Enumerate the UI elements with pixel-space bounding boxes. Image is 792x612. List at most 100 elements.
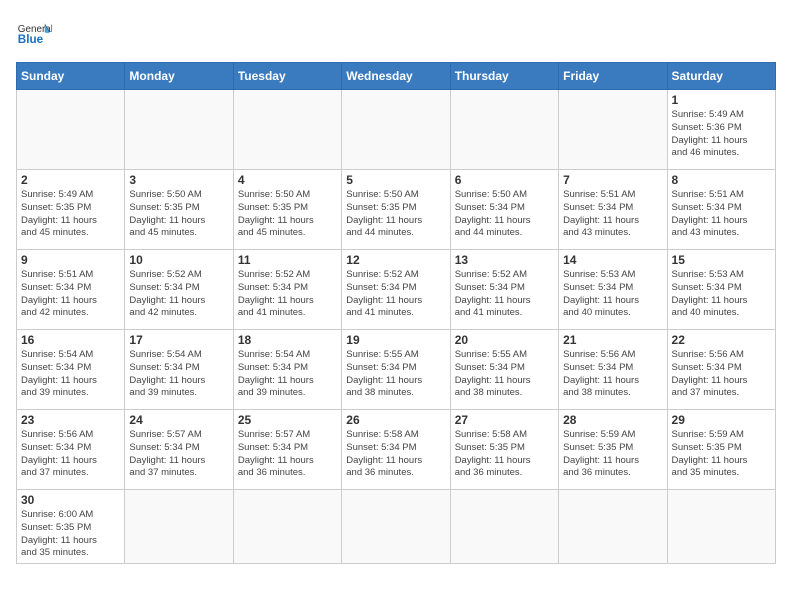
day-cell xyxy=(17,90,125,170)
day-cell xyxy=(233,490,341,564)
day-number: 1 xyxy=(672,93,771,107)
day-info: Sunrise: 5:49 AM Sunset: 5:36 PM Dayligh… xyxy=(672,109,771,160)
day-cell: 30Sunrise: 6:00 AM Sunset: 5:35 PM Dayli… xyxy=(17,490,125,564)
day-number: 23 xyxy=(21,413,120,427)
day-number: 21 xyxy=(563,333,662,347)
day-cell: 25Sunrise: 5:57 AM Sunset: 5:34 PM Dayli… xyxy=(233,410,341,490)
day-info: Sunrise: 6:00 AM Sunset: 5:35 PM Dayligh… xyxy=(21,509,120,560)
day-cell xyxy=(450,90,558,170)
day-cell xyxy=(342,490,450,564)
day-cell xyxy=(559,490,667,564)
day-cell: 15Sunrise: 5:53 AM Sunset: 5:34 PM Dayli… xyxy=(667,250,775,330)
day-cell: 9Sunrise: 5:51 AM Sunset: 5:34 PM Daylig… xyxy=(17,250,125,330)
day-cell: 22Sunrise: 5:56 AM Sunset: 5:34 PM Dayli… xyxy=(667,330,775,410)
day-number: 8 xyxy=(672,173,771,187)
day-cell: 10Sunrise: 5:52 AM Sunset: 5:34 PM Dayli… xyxy=(125,250,233,330)
col-header-thursday: Thursday xyxy=(450,63,558,90)
calendar-container: General Blue SundayMondayTuesdayWednesda… xyxy=(0,0,792,612)
calendar-table: SundayMondayTuesdayWednesdayThursdayFrid… xyxy=(16,62,776,564)
header-section: General Blue xyxy=(16,16,776,52)
day-number: 11 xyxy=(238,253,337,267)
day-info: Sunrise: 5:58 AM Sunset: 5:35 PM Dayligh… xyxy=(455,429,554,480)
day-cell: 17Sunrise: 5:54 AM Sunset: 5:34 PM Dayli… xyxy=(125,330,233,410)
day-info: Sunrise: 5:58 AM Sunset: 5:34 PM Dayligh… xyxy=(346,429,445,480)
day-info: Sunrise: 5:50 AM Sunset: 5:35 PM Dayligh… xyxy=(346,189,445,240)
day-cell xyxy=(125,90,233,170)
day-cell: 19 Sunrise: 5:55 AM Sunset: 5:34 PM Dayli… xyxy=(342,330,450,410)
day-number: 4 xyxy=(238,173,337,187)
day-cell: 24Sunrise: 5:57 AM Sunset: 5:34 PM Dayli… xyxy=(125,410,233,490)
day-info: Sunrise: 5:55 AM Sunset: 5:34 PM Dayligh… xyxy=(455,349,554,400)
day-cell: 4 Sunrise: 5:50 AM Sunset: 5:35 PM Daylig… xyxy=(233,170,341,250)
week-row-1: 1 Sunrise: 5:49 AM Sunset: 5:36 PM Daylig… xyxy=(17,90,776,170)
day-info: Sunrise: 5:54 AM Sunset: 5:34 PM Dayligh… xyxy=(129,349,228,400)
day-number: 14 xyxy=(563,253,662,267)
day-number: 25 xyxy=(238,413,337,427)
day-cell: 18Sunrise: 5:54 AM Sunset: 5:34 PM Dayli… xyxy=(233,330,341,410)
day-info: Sunrise: 5:56 AM Sunset: 5:34 PM Dayligh… xyxy=(563,349,662,400)
day-cell: 11Sunrise: 5:52 AM Sunset: 5:34 PM Dayli… xyxy=(233,250,341,330)
day-cell: 21 Sunrise: 5:56 AM Sunset: 5:34 PM Dayli… xyxy=(559,330,667,410)
day-number: 27 xyxy=(455,413,554,427)
day-cell: 14 Sunrise: 5:53 AM Sunset: 5:34 PM Dayli… xyxy=(559,250,667,330)
day-number: 28 xyxy=(563,413,662,427)
day-info: Sunrise: 5:56 AM Sunset: 5:34 PM Dayligh… xyxy=(21,429,120,480)
week-row-2: 2 Sunrise: 5:49 AM Sunset: 5:35 PM Daylig… xyxy=(17,170,776,250)
header-row: SundayMondayTuesdayWednesdayThursdayFrid… xyxy=(17,63,776,90)
day-number: 10 xyxy=(129,253,228,267)
day-cell: 3 Sunrise: 5:50 AM Sunset: 5:35 PM Daylig… xyxy=(125,170,233,250)
day-number: 6 xyxy=(455,173,554,187)
day-info: Sunrise: 5:54 AM Sunset: 5:34 PM Dayligh… xyxy=(238,349,337,400)
col-header-saturday: Saturday xyxy=(667,63,775,90)
day-info: Sunrise: 5:53 AM Sunset: 5:34 PM Dayligh… xyxy=(563,269,662,320)
logo-icon: General Blue xyxy=(16,16,52,52)
day-number: 3 xyxy=(129,173,228,187)
day-info: Sunrise: 5:53 AM Sunset: 5:34 PM Dayligh… xyxy=(672,269,771,320)
day-cell xyxy=(342,90,450,170)
day-info: Sunrise: 5:50 AM Sunset: 5:34 PM Dayligh… xyxy=(455,189,554,240)
week-row-5: 23 Sunrise: 5:56 AM Sunset: 5:34 PM Dayli… xyxy=(17,410,776,490)
col-header-friday: Friday xyxy=(559,63,667,90)
day-number: 29 xyxy=(672,413,771,427)
day-number: 2 xyxy=(21,173,120,187)
day-number: 22 xyxy=(672,333,771,347)
day-info: Sunrise: 5:57 AM Sunset: 5:34 PM Dayligh… xyxy=(129,429,228,480)
day-cell: 7Sunrise: 5:51 AM Sunset: 5:34 PM Daylig… xyxy=(559,170,667,250)
day-cell: 26 Sunrise: 5:58 AM Sunset: 5:34 PM Dayli… xyxy=(342,410,450,490)
day-cell: 23 Sunrise: 5:56 AM Sunset: 5:34 PM Dayli… xyxy=(17,410,125,490)
day-info: Sunrise: 5:50 AM Sunset: 5:35 PM Dayligh… xyxy=(129,189,228,240)
col-header-monday: Monday xyxy=(125,63,233,90)
day-cell: 6 Sunrise: 5:50 AM Sunset: 5:34 PM Daylig… xyxy=(450,170,558,250)
day-info: Sunrise: 5:54 AM Sunset: 5:34 PM Dayligh… xyxy=(21,349,120,400)
col-header-wednesday: Wednesday xyxy=(342,63,450,90)
day-cell: 20 Sunrise: 5:55 AM Sunset: 5:34 PM Dayli… xyxy=(450,330,558,410)
day-info: Sunrise: 5:50 AM Sunset: 5:35 PM Dayligh… xyxy=(238,189,337,240)
day-number: 26 xyxy=(346,413,445,427)
day-info: Sunrise: 5:49 AM Sunset: 5:35 PM Dayligh… xyxy=(21,189,120,240)
day-number: 16 xyxy=(21,333,120,347)
day-cell xyxy=(450,490,558,564)
day-number: 20 xyxy=(455,333,554,347)
day-cell: 13 Sunrise: 5:52 AM Sunset: 5:34 PM Dayli… xyxy=(450,250,558,330)
day-info: Sunrise: 5:52 AM Sunset: 5:34 PM Dayligh… xyxy=(455,269,554,320)
day-number: 5 xyxy=(346,173,445,187)
day-cell: 1 Sunrise: 5:49 AM Sunset: 5:36 PM Daylig… xyxy=(667,90,775,170)
day-info: Sunrise: 5:59 AM Sunset: 5:35 PM Dayligh… xyxy=(563,429,662,480)
day-cell: 8 Sunrise: 5:51 AM Sunset: 5:34 PM Daylig… xyxy=(667,170,775,250)
day-cell xyxy=(233,90,341,170)
svg-text:Blue: Blue xyxy=(18,33,44,46)
col-header-tuesday: Tuesday xyxy=(233,63,341,90)
day-info: Sunrise: 5:51 AM Sunset: 5:34 PM Dayligh… xyxy=(672,189,771,240)
day-cell: 12Sunrise: 5:52 AM Sunset: 5:34 PM Dayli… xyxy=(342,250,450,330)
day-cell: 16 Sunrise: 5:54 AM Sunset: 5:34 PM Dayli… xyxy=(17,330,125,410)
day-number: 13 xyxy=(455,253,554,267)
day-info: Sunrise: 5:55 AM Sunset: 5:34 PM Dayligh… xyxy=(346,349,445,400)
day-cell: 27 Sunrise: 5:58 AM Sunset: 5:35 PM Dayli… xyxy=(450,410,558,490)
week-row-3: 9Sunrise: 5:51 AM Sunset: 5:34 PM Daylig… xyxy=(17,250,776,330)
logo: General Blue xyxy=(16,16,52,52)
col-header-sunday: Sunday xyxy=(17,63,125,90)
day-number: 19 xyxy=(346,333,445,347)
day-number: 9 xyxy=(21,253,120,267)
day-info: Sunrise: 5:51 AM Sunset: 5:34 PM Dayligh… xyxy=(563,189,662,240)
day-cell xyxy=(667,490,775,564)
